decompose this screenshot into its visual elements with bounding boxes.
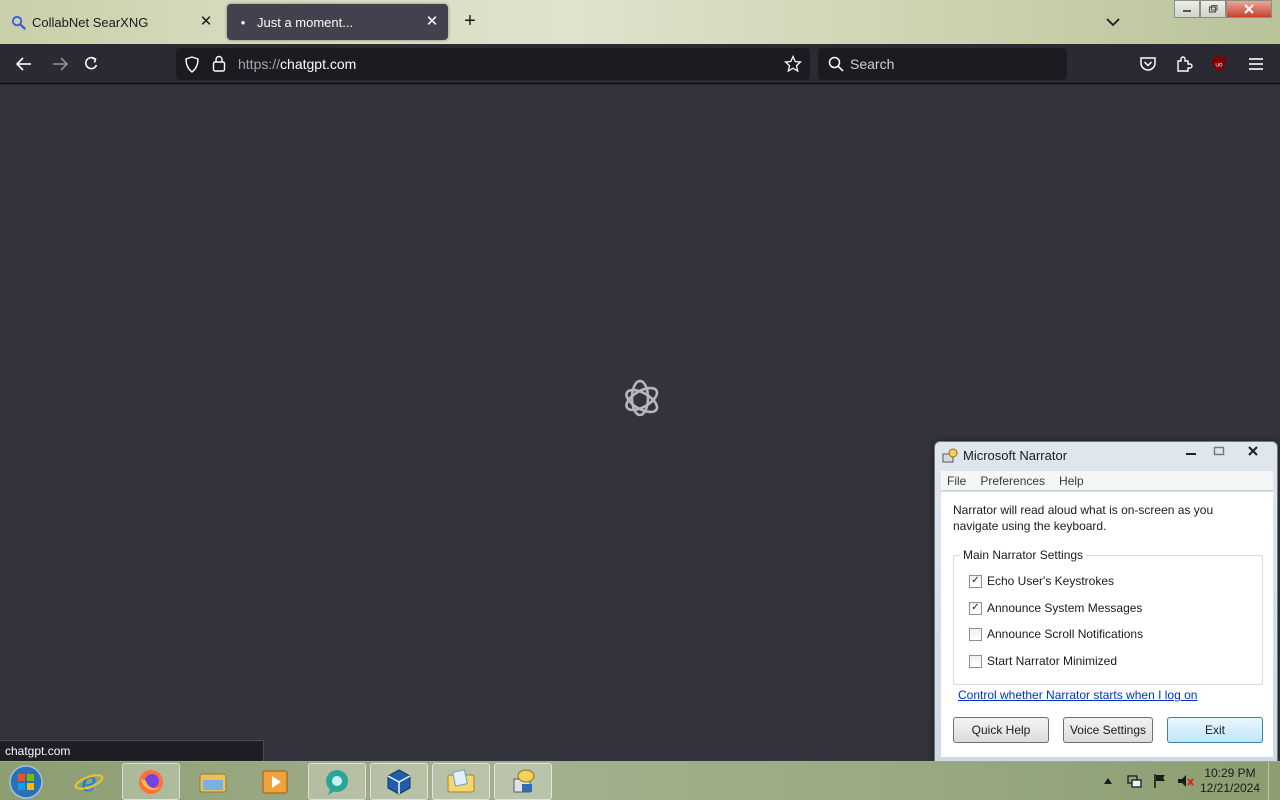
- show-desktop-button[interactable]: [1268, 762, 1280, 800]
- narrator-logon-link[interactable]: Control whether Narrator starts when I l…: [958, 688, 1197, 702]
- back-arrow-icon: [15, 57, 31, 71]
- narrator-body: Narrator will read aloud what is on-scre…: [941, 492, 1273, 757]
- close-window-button[interactable]: [1226, 0, 1272, 18]
- firefox-icon[interactable]: [122, 763, 180, 800]
- chat-app-icon[interactable]: [308, 763, 366, 800]
- url-scheme: https://: [238, 56, 281, 72]
- option-echo-keystrokes[interactable]: ✓ Echo User's Keystrokes: [969, 574, 1114, 588]
- pocket-icon[interactable]: [1136, 52, 1160, 76]
- narrator-maximize-button[interactable]: [1205, 442, 1233, 460]
- taskbar-clock[interactable]: 10:29 PM 12/21/2024: [1196, 766, 1264, 796]
- url-text[interactable]: https://chatgpt.com: [238, 56, 356, 72]
- option-label: Announce Scroll Notifications: [987, 627, 1144, 641]
- clock-time: 10:29 PM: [1204, 766, 1256, 780]
- show-hidden-icons-icon[interactable]: [1098, 771, 1118, 791]
- network-icon[interactable]: [1124, 771, 1144, 791]
- minimize-window-button[interactable]: [1174, 0, 1200, 18]
- option-label: Echo User's Keystrokes: [987, 574, 1115, 588]
- openai-logo-icon: [615, 375, 665, 425]
- option-announce-system-messages[interactable]: ✓ Announce System Messages: [969, 601, 1142, 615]
- checkbox-unchecked[interactable]: [969, 627, 982, 641]
- tab-collabnet-searxng[interactable]: CollabNet SearXNG ✕: [0, 4, 222, 40]
- menu-file[interactable]: File: [947, 474, 966, 488]
- menu-preferences[interactable]: Preferences: [980, 474, 1045, 488]
- svg-text:e: e: [81, 768, 96, 797]
- extensions-icon[interactable]: [1172, 52, 1196, 76]
- narrator-title: Microsoft Narrator: [963, 448, 1068, 463]
- taskbar: e 10:29 PM 12/21/2024: [0, 761, 1280, 800]
- windows-start-icon[interactable]: [6, 764, 46, 800]
- list-all-tabs-button[interactable]: [1102, 12, 1124, 32]
- restore-window-button[interactable]: [1200, 0, 1226, 18]
- url-host: chatgpt.com: [280, 56, 357, 72]
- option-announce-scroll-notifications[interactable]: Announce Scroll Notifications: [969, 627, 1143, 641]
- svg-text:uo: uo: [1215, 62, 1223, 69]
- media-player-icon[interactable]: [246, 763, 304, 800]
- menu-hamburger-icon[interactable]: [1244, 52, 1268, 76]
- lock-icon[interactable]: [212, 55, 226, 77]
- checkbox-checked[interactable]: ✓: [969, 601, 982, 615]
- new-tab-button[interactable]: +: [459, 11, 481, 33]
- forward-button[interactable]: [48, 52, 72, 76]
- tab-title: Just a moment...: [257, 14, 354, 30]
- option-start-minimized[interactable]: Start Narrator Minimized: [969, 654, 1117, 668]
- group-title: Main Narrator Settings: [960, 548, 1087, 562]
- tab-strip: CollabNet SearXNG ✕ ● Just a moment... ✕…: [0, 0, 1280, 44]
- close-tab-icon[interactable]: ✕: [198, 14, 214, 30]
- volume-muted-icon[interactable]: [1176, 771, 1196, 791]
- navigation-toolbar: https://chatgpt.com Search uo: [0, 44, 1280, 84]
- reload-icon: [85, 56, 98, 70]
- search-placeholder: Search: [850, 56, 895, 72]
- system-tray: [1098, 768, 1202, 794]
- option-label: Start Narrator Minimized: [987, 654, 1118, 668]
- virtualbox-icon[interactable]: [370, 763, 428, 800]
- status-bar: chatgpt.com: [0, 740, 264, 761]
- close-tab-icon[interactable]: ✕: [424, 14, 440, 30]
- back-button[interactable]: [12, 52, 36, 76]
- voice-settings-button[interactable]: Voice Settings: [1063, 717, 1153, 743]
- bookmark-star-icon[interactable]: [783, 54, 803, 78]
- address-bar[interactable]: https://chatgpt.com: [176, 48, 810, 80]
- file-explorer-icon[interactable]: [184, 763, 242, 800]
- option-label: Announce System Messages: [987, 601, 1143, 615]
- folder-icon[interactable]: [432, 763, 490, 800]
- checkbox-checked[interactable]: ✓: [969, 574, 982, 588]
- search-icon: [10, 14, 26, 30]
- exit-button[interactable]: Exit: [1167, 717, 1263, 743]
- action-center-flag-icon[interactable]: [1150, 771, 1170, 791]
- clock-date: 12/21/2024: [1199, 781, 1261, 795]
- checkbox-unchecked[interactable]: [969, 654, 982, 668]
- menu-help[interactable]: Help: [1059, 474, 1084, 488]
- tab-title: CollabNet SearXNG: [32, 14, 149, 30]
- tab-just-a-moment[interactable]: ● Just a moment... ✕: [227, 4, 448, 40]
- loading-dot-icon: ●: [240, 17, 246, 27]
- narrator-window: Microsoft Narrator File Preferences Help…: [934, 441, 1278, 762]
- narrator-app-icon: [942, 448, 958, 464]
- narrator-window-controls: [1177, 442, 1273, 460]
- internet-explorer-icon[interactable]: e: [60, 763, 118, 800]
- shield-icon[interactable]: [184, 56, 200, 78]
- search-box[interactable]: Search: [818, 48, 1067, 80]
- ublock-origin-icon[interactable]: uo: [1207, 52, 1231, 76]
- reload-button[interactable]: [80, 52, 104, 76]
- main-settings-group: Main Narrator Settings ✓ Echo User's Key…: [953, 548, 1263, 685]
- quick-help-button[interactable]: Quick Help: [953, 717, 1049, 743]
- window-controls: [1174, 0, 1280, 18]
- forward-arrow-icon: [53, 57, 69, 71]
- search-icon: [828, 56, 844, 77]
- narrator-description: Narrator will read aloud what is on-scre…: [953, 503, 1214, 533]
- narrator-close-button[interactable]: [1233, 442, 1273, 460]
- narrator-icon[interactable]: [494, 763, 552, 800]
- narrator-minimize-button[interactable]: [1177, 442, 1205, 460]
- narrator-menu-bar: File Preferences Help: [941, 471, 1273, 491]
